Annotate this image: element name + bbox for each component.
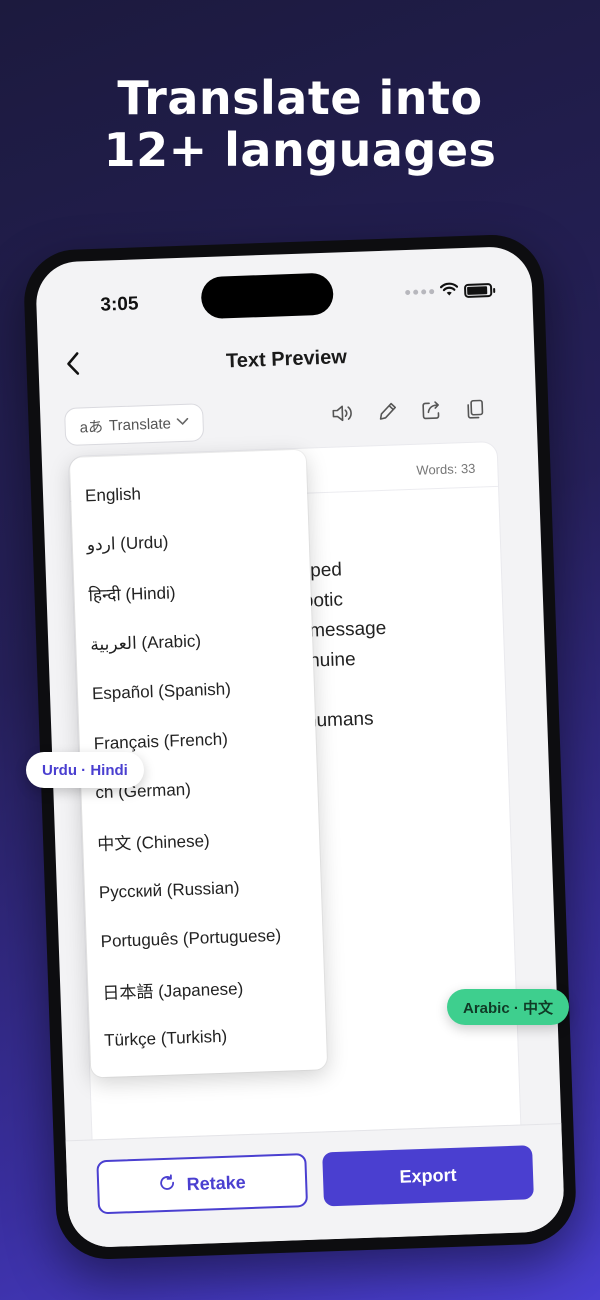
language-option-english[interactable]: English: [70, 464, 308, 522]
badge-urdu-hindi: Urdu · Hindi: [26, 752, 144, 788]
signal-icon: [405, 289, 435, 296]
language-option-russian[interactable]: Русский (Russian): [84, 860, 322, 918]
refresh-icon: [158, 1173, 177, 1197]
language-option-urdu[interactable]: اردو (Urdu): [72, 513, 310, 571]
dynamic-island: [200, 272, 334, 320]
headline-line-2: 12+ languages: [103, 123, 497, 177]
status-icons: [405, 281, 493, 301]
language-option-turkish[interactable]: Türkçe (Turkish): [89, 1009, 327, 1067]
language-option-spanish[interactable]: Español (Spanish): [77, 662, 315, 720]
word-count: Words: 33: [416, 460, 476, 478]
chevron-down-icon: [177, 417, 189, 429]
page-title: Text Preview: [225, 346, 348, 373]
toolbar: aあ Translate: [40, 392, 537, 449]
export-label: Export: [399, 1164, 457, 1187]
status-time: 3:05: [100, 293, 139, 316]
bottom-action-bar: Retake Export: [65, 1123, 566, 1249]
pencil-icon[interactable]: [376, 400, 399, 428]
phone-frame: 3:05 Text Preview aあ Translate Words: 33…: [22, 233, 578, 1261]
translate-button[interactable]: aあ Translate: [64, 403, 205, 447]
language-option-portuguese[interactable]: Português (Portuguese): [86, 910, 324, 968]
wifi-icon: [439, 282, 459, 300]
retake-button[interactable]: Retake: [96, 1153, 309, 1215]
headline-line-1: Translate into: [117, 71, 483, 125]
badge-arabic-chinese: Arabic · 中文: [447, 989, 570, 1025]
headline: Translate into 12+ languages: [0, 72, 600, 176]
battery-icon: [463, 282, 493, 298]
share-icon[interactable]: [420, 399, 443, 427]
copy-icon[interactable]: [464, 397, 487, 425]
nav-bar: Text Preview: [38, 334, 535, 391]
language-option-hindi[interactable]: हिन्दी (Hindi): [74, 563, 312, 621]
export-button[interactable]: Export: [322, 1145, 534, 1207]
translate-icon: aあ: [79, 418, 104, 436]
phone-screen: 3:05 Text Preview aあ Translate Words: 33…: [34, 245, 566, 1249]
language-option-chinese[interactable]: 中文 (Chinese): [82, 811, 320, 869]
battery-fill: [467, 285, 488, 295]
retake-label: Retake: [186, 1171, 247, 1194]
speaker-icon[interactable]: [330, 402, 355, 430]
language-option-arabic[interactable]: العربية (Arabic): [75, 612, 313, 670]
translate-label: Translate: [108, 414, 172, 434]
language-option-japanese[interactable]: 日本語 (Japanese): [88, 959, 326, 1017]
